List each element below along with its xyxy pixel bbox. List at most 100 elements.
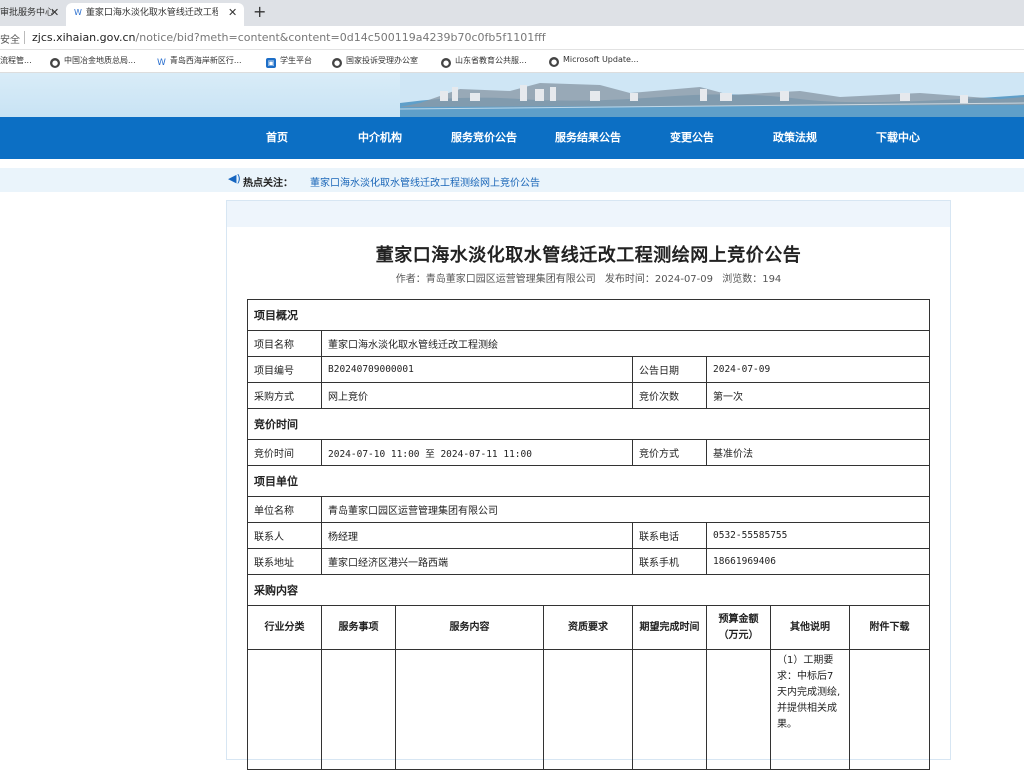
mobile-value: 18661969406 — [706, 548, 930, 575]
nav-item-policies[interactable]: 政策法规 — [750, 117, 840, 159]
close-icon[interactable]: ✕ — [228, 3, 237, 23]
nav-item-agencies[interactable]: 中介机构 — [335, 117, 425, 159]
hot-topic-link[interactable]: 董家口海水淡化取水管线迁改工程测绘网上竞价公告 — [310, 174, 540, 189]
table-cell — [247, 649, 322, 770]
table-row: 项目概况 — [247, 299, 930, 331]
browser-tab-bar: 审批服务中心 ✕ W董家口海水淡化取水管线迁改工程测绘网上竞价公告 ✕ + — [0, 0, 1024, 26]
field-label: 联系手机 — [632, 548, 707, 575]
nav-item-downloads[interactable]: 下载中心 — [853, 117, 943, 159]
bookmark-item[interactable]: ● Microsoft Update... — [549, 55, 639, 67]
field-label: 竞价时间 — [247, 439, 322, 466]
column-header: 服务内容 — [395, 605, 544, 650]
article-meta: 作者：青岛董家口园区运营管理集团有限公司 发布时间：2024-07-09 浏览数… — [227, 270, 950, 285]
bid-mode-value: 基准价法 — [706, 439, 930, 466]
column-header: 行业分类 — [247, 605, 322, 650]
bid-time-value: 2024-07-10 11:00 至 2024-07-11 11:00 — [321, 439, 633, 466]
table-row: 联系人 杨经理 联系电话 0532-55585755 — [247, 522, 930, 549]
project-name-value: 董家口海水淡化取水管线迁改工程测绘 — [321, 330, 930, 357]
bookmark-item[interactable]: W 青岛西海岸新区行... — [157, 55, 242, 68]
globe-icon: ● — [441, 58, 451, 68]
bookmark-item[interactable]: ● 山东省教育公共服... — [441, 55, 527, 68]
nav-item-home[interactable]: 首页 — [232, 117, 322, 159]
bookmark-item[interactable]: ▣ 学生平台 — [266, 55, 312, 68]
site-banner — [0, 73, 1024, 117]
new-tab-plus-icon[interactable]: + — [253, 2, 266, 21]
table-row: 项目编号 B20240709000001 公告日期 2024-07-09 — [247, 356, 930, 383]
contact-value: 杨经理 — [321, 522, 633, 549]
table-row: 采购内容 — [247, 574, 930, 606]
divider — [24, 31, 25, 44]
field-label: 竞价次数 — [632, 382, 707, 409]
nav-item-bid-notices[interactable]: 服务竞价公告 — [439, 117, 529, 159]
table-row: （1）工期要求：中标后7天内完成测绘,并提供相关成果。 — [247, 649, 930, 770]
bookmark-item[interactable]: ● 国家投诉受理办公室 — [332, 55, 418, 68]
globe-icon: ● — [50, 58, 60, 68]
nav-item-result-notices[interactable]: 服务结果公告 — [543, 117, 633, 159]
purchase-method-value: 网上竞价 — [321, 382, 633, 409]
phone-value: 0532-55585755 — [706, 522, 930, 549]
article-author: 作者：青岛董家口园区运营管理集团有限公司 — [395, 274, 596, 285]
section-content: 采购内容 — [247, 574, 930, 606]
table-cell — [321, 649, 396, 770]
hot-topic-label: 热点关注： — [243, 178, 293, 189]
field-label: 联系人 — [247, 522, 322, 549]
field-label: 联系电话 — [632, 522, 707, 549]
browser-tab-active[interactable]: W董家口海水淡化取水管线迁改工程测绘网上竞价公告 ✕ — [66, 3, 244, 26]
security-label[interactable]: 安全 — [0, 31, 20, 46]
bookmarks-bar: 流程管... ● 中国冶金地质总局... W 青岛西海岸新区行... ▣ 学生平台 ●… — [0, 50, 1024, 73]
tab-title: 董家口海水淡化取水管线迁改工程测绘网上竞价公告 — [85, 8, 218, 18]
field-label: 项目编号 — [247, 356, 322, 383]
table-row: 单位名称 青岛董家口园区运营管理集团有限公司 — [247, 496, 930, 523]
bid-round-value: 第一次 — [706, 382, 930, 409]
article-views: 浏览数：194 — [722, 274, 782, 285]
column-header: 资质要求 — [543, 605, 633, 650]
harbor-illustration — [400, 73, 1024, 117]
column-header: 期望完成时间 — [632, 605, 707, 650]
globe-icon: ● — [332, 58, 342, 68]
address-bar[interactable]: 安全 zjcs.xihaian.gov.cn/notice/bid?meth=c… — [0, 26, 1024, 50]
notice-date-value: 2024-07-09 — [706, 356, 930, 383]
table-cell — [543, 649, 633, 770]
nav-item-change-notices[interactable]: 变更公告 — [647, 117, 737, 159]
column-header: 附件下载 — [849, 605, 930, 650]
table-row: 项目名称 董家口海水淡化取水管线迁改工程测绘 — [247, 330, 930, 357]
column-header: 预算金额（万元） — [706, 605, 771, 650]
column-header: 其他说明 — [770, 605, 850, 650]
article-published: 发布时间：2024-07-09 — [604, 274, 714, 285]
hot-topic-bar: ◀) 热点关注： 董家口海水淡化取水管线迁改工程测绘网上竞价公告 — [0, 168, 1024, 192]
table-row: 联系地址 董家口经济区港兴一路西端 联系手机 18661969406 — [247, 548, 930, 575]
table-row: 竞价时间 2024-07-10 11:00 至 2024-07-11 11:00… — [247, 439, 930, 466]
field-label: 采购方式 — [247, 382, 322, 409]
field-label: 竞价方式 — [632, 439, 707, 466]
table-cell — [632, 649, 707, 770]
bookmark-item[interactable]: 流程管... — [0, 55, 32, 66]
table-cell — [395, 649, 544, 770]
field-label: 单位名称 — [247, 496, 322, 523]
browser-tab[interactable]: 审批服务中心 ✕ — [0, 3, 66, 26]
table-row: 竞价时间 — [247, 408, 930, 440]
address-value: 董家口经济区港兴一路西端 — [321, 548, 633, 575]
table-row: 采购方式 网上竞价 竞价次数 第一次 — [247, 382, 930, 409]
bookmark-item[interactable]: ● 中国冶金地质总局... — [50, 55, 136, 68]
section-unit: 项目单位 — [247, 465, 930, 497]
url-text[interactable]: zjcs.xihaian.gov.cn/notice/bid?meth=cont… — [32, 31, 546, 44]
other-note-cell: （1）工期要求：中标后7天内完成测绘,并提供相关成果。 — [770, 649, 850, 770]
article-panel: 董家口海水淡化取水管线迁改工程测绘网上竞价公告 作者：青岛董家口园区运营管理集团… — [226, 200, 951, 770]
project-info-table: 项目概况 项目名称 董家口海水淡化取水管线迁改工程测绘 项目编号 B202407… — [247, 299, 930, 770]
close-icon[interactable]: ✕ — [50, 3, 59, 23]
field-label: 项目名称 — [247, 330, 322, 357]
project-no-value: B20240709000001 — [321, 356, 633, 383]
panel-header-strip — [227, 201, 950, 227]
section-bid-time: 竞价时间 — [247, 408, 930, 440]
table-header-row: 行业分类 服务事项 服务内容 资质要求 期望完成时间 预算金额（万元） 其他说明… — [247, 605, 930, 650]
app-icon: ▣ — [266, 58, 276, 68]
speaker-icon: ◀) — [228, 172, 241, 185]
field-label: 公告日期 — [632, 356, 707, 383]
field-label: 联系地址 — [247, 548, 322, 575]
globe-icon: ● — [549, 57, 559, 67]
table-cell — [849, 649, 930, 770]
column-header: 服务事项 — [321, 605, 396, 650]
main-nav: 首页 中介机构 服务竞价公告 服务结果公告 变更公告 政策法规 下载中心 — [0, 117, 1024, 159]
section-overview: 项目概况 — [247, 299, 930, 331]
site-icon: W — [157, 58, 166, 68]
